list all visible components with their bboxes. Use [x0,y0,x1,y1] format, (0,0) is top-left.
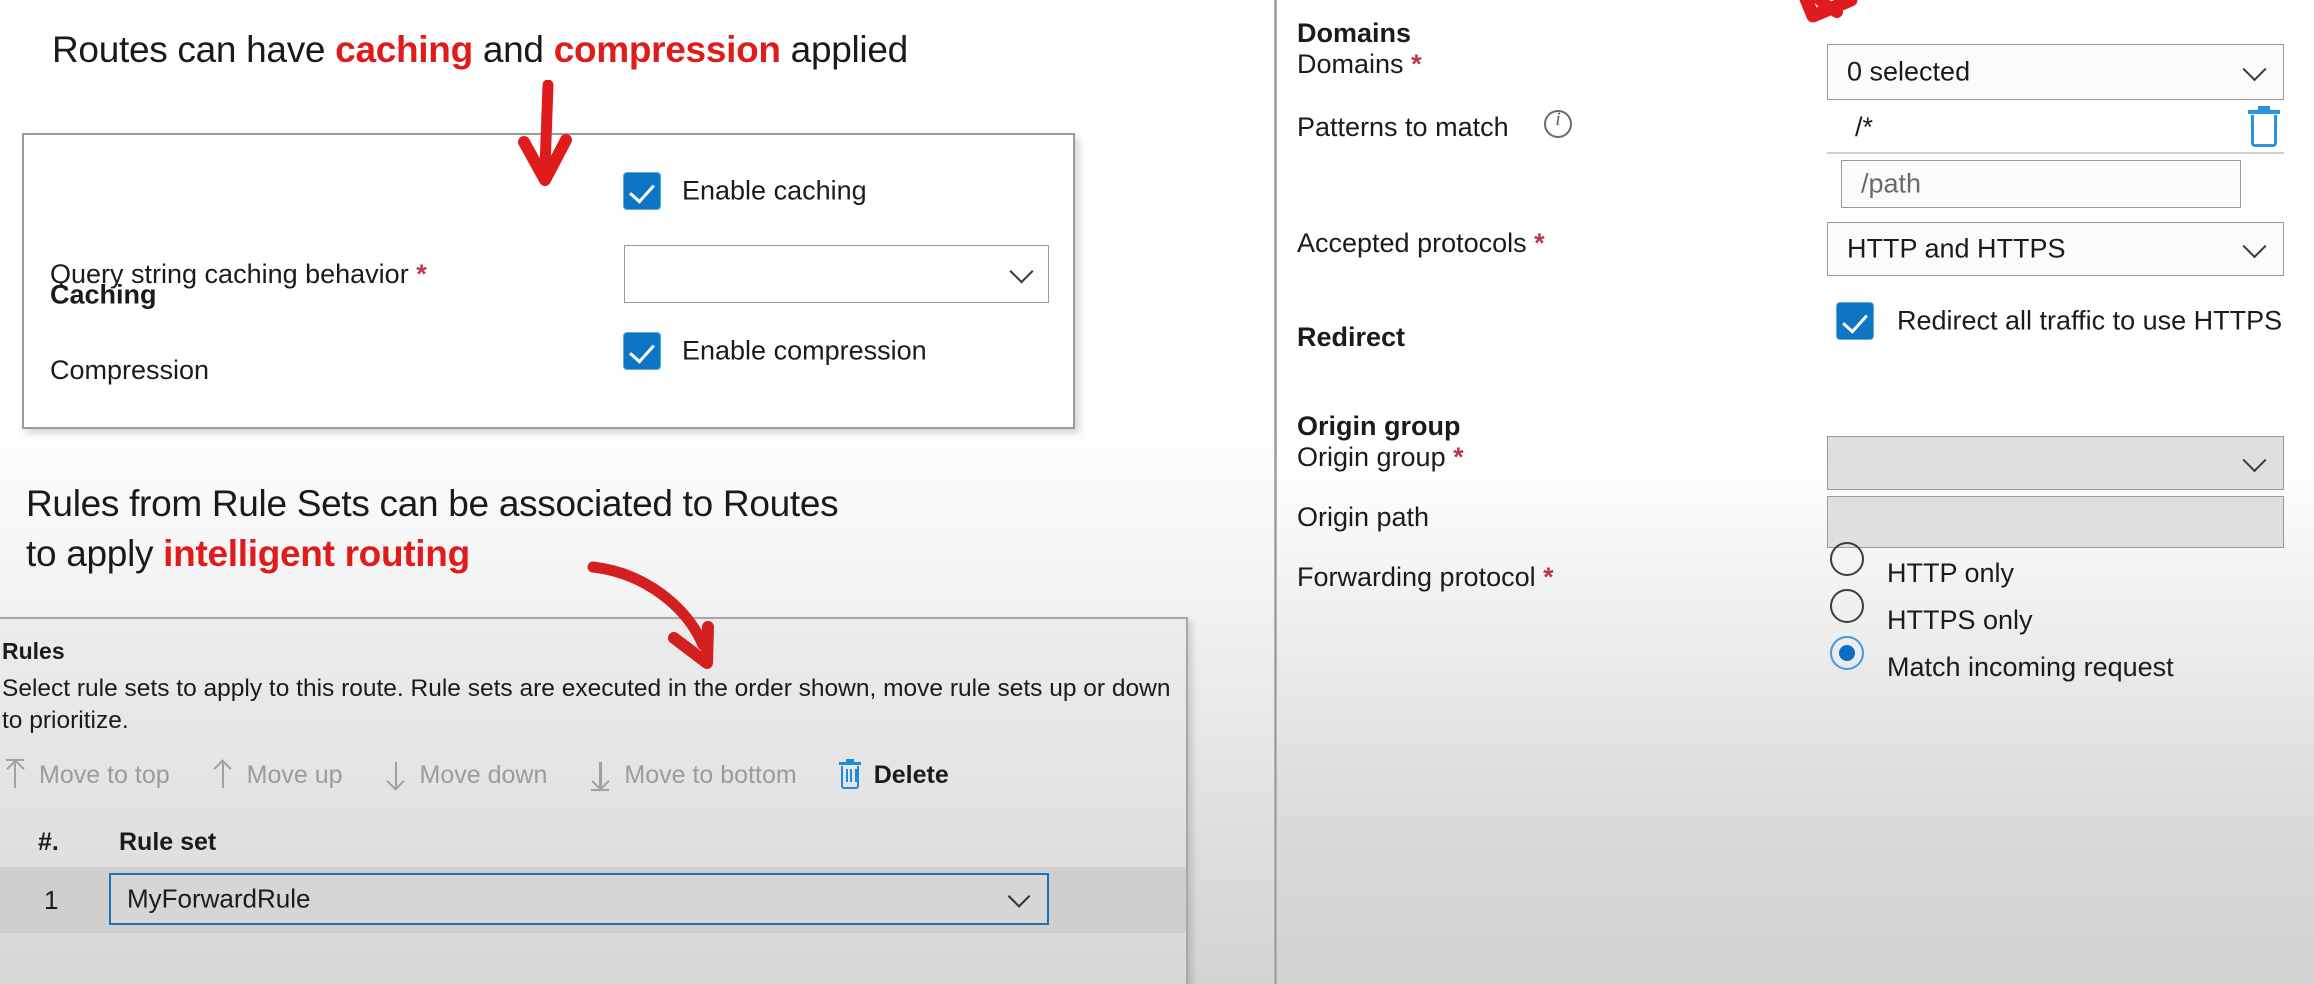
callout-part-3: applied [780,29,909,70]
radio-https-only[interactable] [1830,589,1864,623]
query-string-caching-label-text: Query string caching behavior [50,259,409,289]
delete-label: Delete [873,760,949,789]
rules-callout-line-2: to apply intelligent routing [26,530,470,577]
radio-http-only-label: HTTP only [1887,558,2015,588]
callout-highlight-caching: caching [335,29,473,70]
chevron-down-icon [1007,885,1031,908]
delete-button[interactable]: Delete [837,759,949,791]
origin-path-input[interactable] [1827,496,2284,548]
domains-section-title: Domains [1297,18,1412,48]
rules-card: Rules Select rule sets to apply to this … [0,617,1188,984]
move-down-button[interactable]: Move down [383,758,548,792]
pattern-chip-value: /* [1855,112,1874,142]
accepted-protocols-label: Accepted protocols * [1297,228,1545,259]
right-panel-route-settings: Domains Domains * 0 selected Patterns to… [1277,0,2314,984]
forwarding-protocol-label: Forwarding protocol * [1297,562,1554,593]
radio-match-incoming-request[interactable] [1830,636,1864,670]
delete-pattern-icon[interactable] [2247,106,2281,148]
move-down-label: Move down [419,760,548,789]
callout-part-1: Routes can have [52,29,336,70]
chevron-down-icon [1009,259,1034,284]
trash-icon [837,759,863,791]
callout-highlight-compression: compression [553,29,781,70]
forwarding-protocol-label-text: Forwarding protocol [1297,562,1536,592]
radio-https-only-label: HTTPS only [1887,605,2033,635]
move-to-top-button[interactable]: Move to top [2,758,170,792]
table-row[interactable]: 1 MyForwardRule [0,867,1186,933]
column-header-index: #. [38,828,59,856]
origin-group-dropdown[interactable] [1827,436,2284,490]
accepted-protocols-required-marker: * [1534,228,1545,258]
origin-group-field-label: Origin group * [1297,442,1464,473]
enable-compression-label: Enable compression [682,335,927,366]
forwarding-protocol-required-marker: * [1543,562,1554,592]
rules-description: Select rule sets to apply to this route.… [2,675,1171,734]
query-string-caching-behavior-dropdown[interactable] [624,245,1049,303]
pattern-input[interactable]: /path [1841,160,2241,208]
pattern-input-placeholder: /path [1861,168,1922,199]
radio-http-only[interactable] [1830,542,1864,576]
query-string-caching-label: Query string caching behavior * [50,259,427,290]
column-header-rule-set: Rule set [119,828,217,856]
move-to-bottom-label: Move to bottom [624,760,797,789]
enable-caching-label: Enable caching [682,175,867,206]
accepted-protocols-label-text: Accepted protocols [1297,228,1527,258]
row-index: 1 [44,885,59,915]
domains-field-label-text: Domains [1297,49,1404,79]
rules-toolbar: Move to top Move up Move down Move to bo… [2,752,989,798]
rules-table-header: #. Rule set [0,815,1186,867]
patterns-to-match-label: Patterns to match [1297,112,1509,142]
rules-callout-prefix: to apply [26,533,164,574]
origin-path-label: Origin path [1297,502,1430,532]
chevron-down-icon [2242,57,2267,82]
redirect-label: Redirect [1297,322,1406,352]
move-up-label: Move up [246,760,343,789]
move-to-bottom-button[interactable]: Move to bottom [587,758,797,792]
arrow-up-to-line-icon [2,758,28,792]
chevron-down-icon [2242,234,2267,259]
domains-value: 0 selected [1847,56,1971,87]
caching-callout-text: Routes can have caching and compression … [52,26,908,73]
enable-caching-checkbox[interactable] [624,173,660,209]
callout-part-2: and [472,29,554,70]
compression-field-label: Compression [50,355,210,385]
arrow-up-icon [210,758,236,792]
move-to-top-label: Move to top [39,760,170,789]
rule-set-dropdown[interactable]: MyForwardRule [109,873,1049,925]
origin-group-field-label-text: Origin group [1297,442,1446,472]
redirect-https-label: Redirect all traffic to use HTTPS [1897,305,2283,336]
domains-field-label: Domains * [1297,49,1422,80]
origin-group-required-marker: * [1453,442,1464,472]
caching-settings-card: Caching Enable caching Query string cach… [22,133,1075,429]
accepted-protocols-value: HTTP and HTTPS [1847,233,2066,264]
rule-set-value: MyForwardRule [127,883,311,914]
screenshot-root: Routes can have caching and compression … [0,0,2314,984]
chevron-down-icon [2242,448,2267,473]
accepted-protocols-dropdown[interactable]: HTTP and HTTPS [1827,222,2284,276]
info-icon[interactable] [1544,109,1572,138]
pattern-divider [1827,152,2284,154]
query-string-required-marker: * [416,259,427,289]
left-panel: Routes can have caching and compression … [0,0,1274,984]
arrow-down-icon [383,758,409,792]
rules-callout-line-1: Rules from Rule Sets can be associated t… [26,483,839,524]
radio-match-incoming-request-label: Match incoming request [1887,652,2174,682]
domains-required-marker: * [1411,49,1422,79]
enable-compression-checkbox[interactable] [624,333,660,369]
rules-title: Rules [2,638,65,664]
rules-callout-highlight: intelligent routing [163,533,470,574]
arrow-down-to-line-icon [587,758,613,792]
domains-dropdown[interactable]: 0 selected [1827,44,2284,100]
move-up-button[interactable]: Move up [210,758,343,792]
origin-group-section-title: Origin group [1297,411,1461,441]
redirect-https-checkbox[interactable] [1837,303,1873,339]
